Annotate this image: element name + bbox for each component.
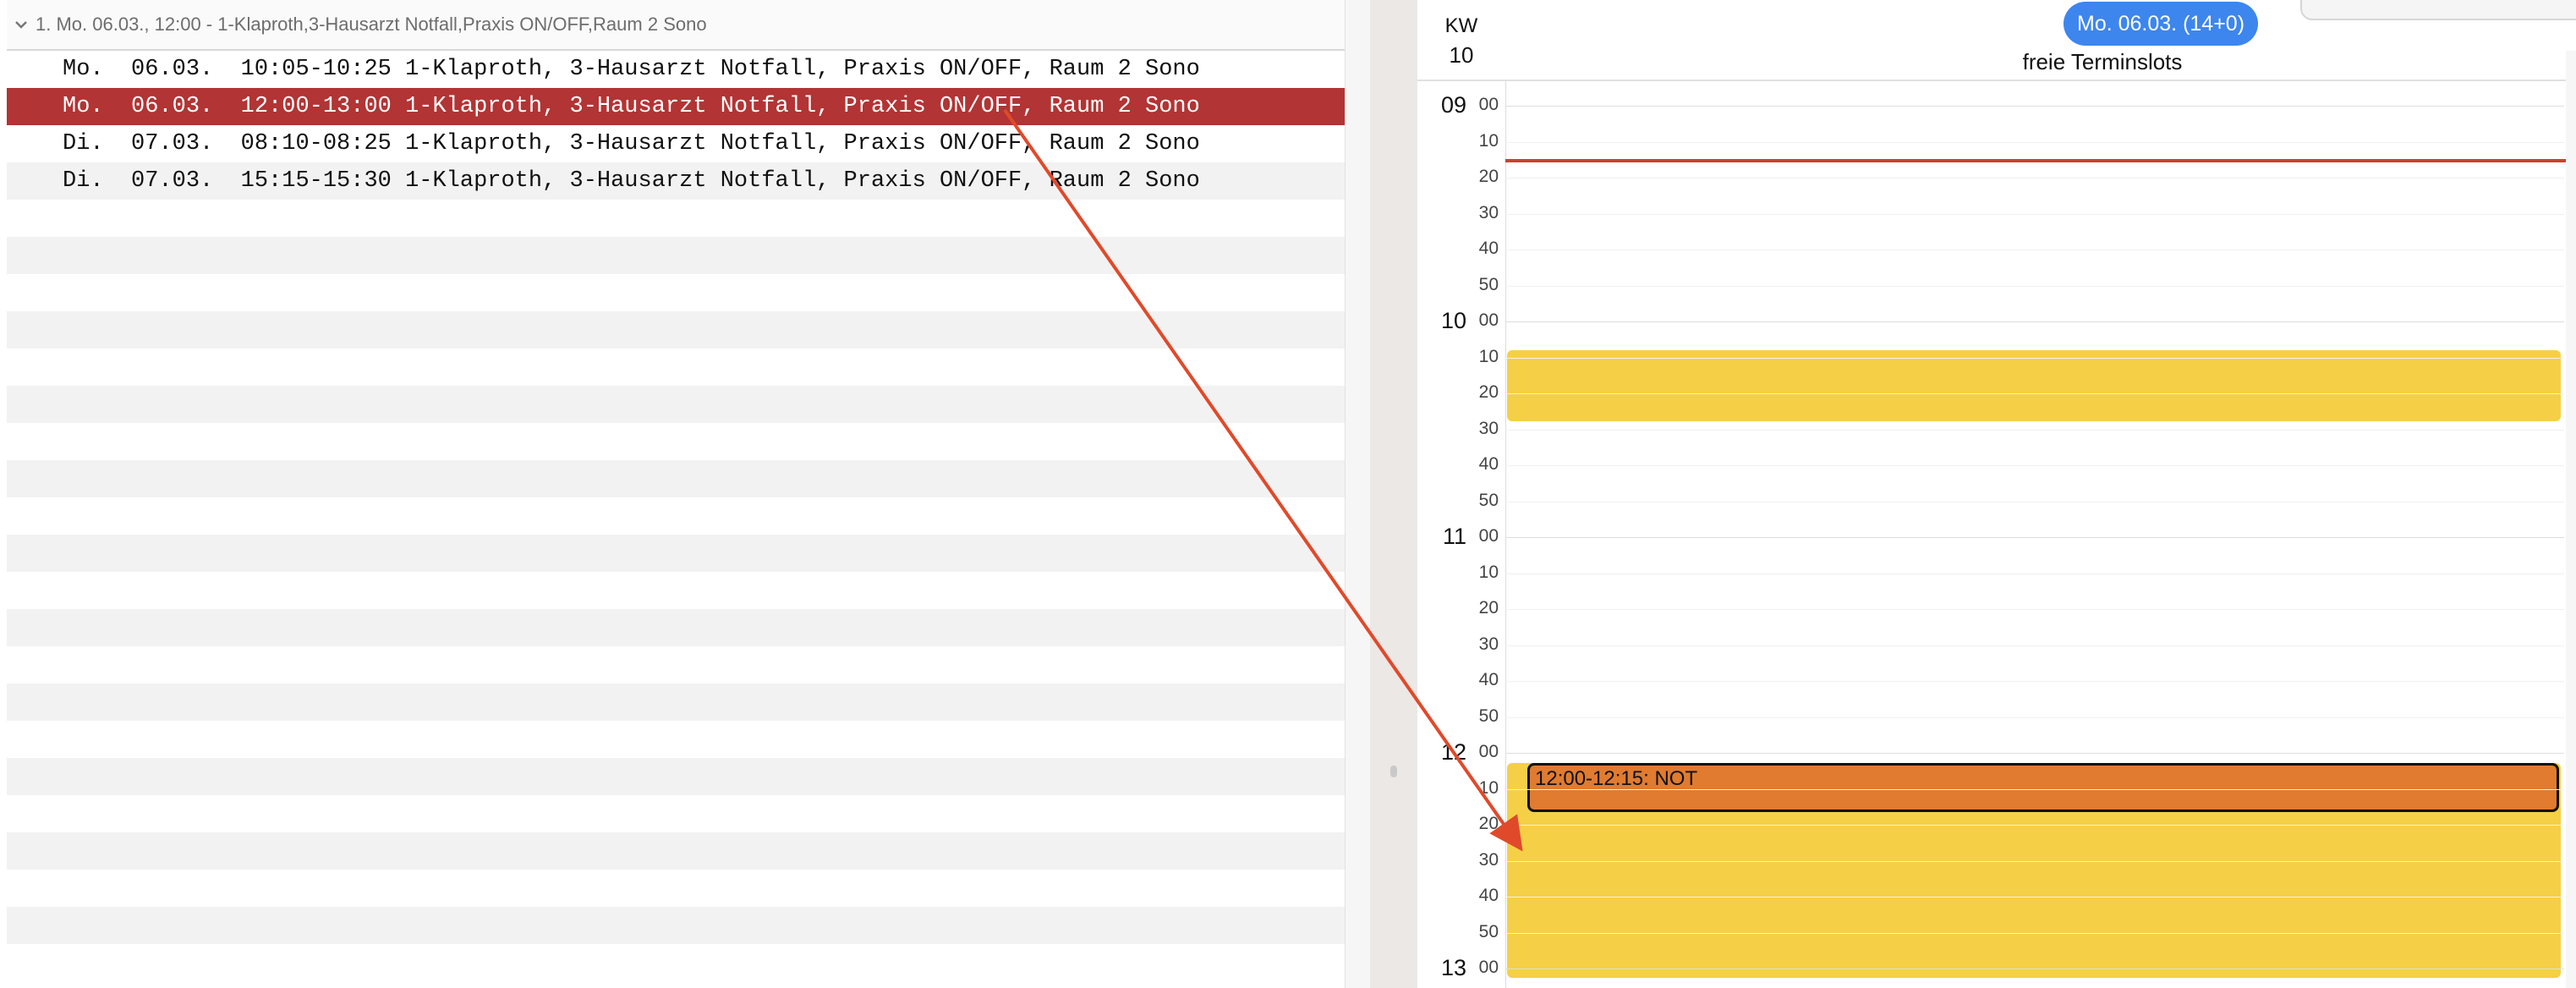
minute-label: 10: [1478, 777, 1499, 798]
appointment-list-pane: 1. Mo. 06.03., 12:00 - 1-Klaproth,3-Haus…: [0, 0, 1370, 988]
pane-divider[interactable]: [1370, 0, 1417, 988]
minute-label: 00: [1478, 958, 1499, 977]
minute-label: 30: [1478, 418, 1499, 438]
minute-label: 10: [1478, 346, 1499, 366]
column-title: freie Terminslots: [2022, 49, 2183, 74]
empty-row: [7, 497, 1345, 535]
gridline: [1505, 609, 2564, 610]
minute-label: 40: [1478, 886, 1499, 905]
minute-label: 20: [1478, 814, 1499, 833]
empty-row: [7, 721, 1345, 758]
gridline: [1505, 788, 2564, 790]
empty-row: [7, 349, 1345, 386]
empty-row: [7, 311, 1345, 349]
list-row[interactable]: Di. 07.03. 15:15-15:30 1-Klaproth, 3-Hau…: [7, 162, 1345, 200]
gridline: [1505, 681, 2564, 682]
empty-row: [7, 274, 1345, 311]
minute-label: 00: [1478, 742, 1499, 761]
minute-label: 00: [1478, 95, 1499, 114]
gridline: [1505, 716, 2564, 718]
empty-row: [7, 683, 1345, 721]
gridline: [1505, 285, 2564, 287]
kw-number: 10: [1449, 42, 1474, 68]
gridline: [1505, 357, 2564, 359]
minute-label: 10: [1478, 130, 1499, 151]
popover-edge: [2300, 0, 2576, 20]
empty-row: [7, 609, 1345, 646]
minute-label: 40: [1478, 670, 1499, 689]
empty-row: [7, 535, 1345, 572]
calendar-scrollbar[interactable]: [2566, 51, 2576, 988]
empty-row: [7, 870, 1345, 907]
list-row[interactable]: Mo. 06.03. 10:05-10:25 1-Klaproth, 3-Hau…: [7, 51, 1345, 88]
gridline: [1505, 106, 2564, 107]
gridline: [1505, 213, 2564, 215]
appointment-block[interactable]: 12:00-12:15: NOT: [1527, 763, 2559, 812]
empty-row: [7, 795, 1345, 832]
hour-label: 09: [1440, 92, 1466, 118]
minute-label: 10: [1478, 562, 1499, 582]
hour-label: 11: [1442, 524, 1466, 549]
minute-label: 30: [1478, 634, 1499, 654]
gridline: [1505, 753, 2564, 754]
left-scrollbar[interactable]: [1345, 0, 1370, 988]
gridline: [1505, 465, 2564, 466]
calendar-pane: KW 10 Mo. 06.03. (14+0) freie Terminslot…: [1417, 0, 2576, 988]
minute-label: 30: [1478, 202, 1499, 222]
hour-label: 13: [1440, 955, 1466, 980]
hour-label: 10: [1440, 308, 1466, 333]
minute-label: 50: [1478, 705, 1499, 726]
date-badge[interactable]: Mo. 06.03. (14+0): [2064, 2, 2259, 46]
minute-label: 20: [1478, 598, 1499, 618]
group-header-label: 1. Mo. 06.03., 12:00 - 1-Klaproth,3-Haus…: [36, 14, 707, 35]
minute-label: 00: [1478, 526, 1499, 546]
empty-row: [7, 386, 1345, 423]
gridline: [1505, 393, 2564, 394]
empty-row: [7, 758, 1345, 795]
empty-row: [7, 646, 1345, 683]
gridline: [1505, 141, 2564, 143]
gridline: [1505, 932, 2564, 934]
week-label: KW 10: [1417, 12, 1505, 69]
empty-row: [7, 200, 1345, 237]
list-row[interactable]: Di. 07.03. 08:10-08:25 1-Klaproth, 3-Hau…: [7, 125, 1345, 162]
minute-label: 20: [1478, 167, 1499, 186]
hour-label: 12: [1440, 739, 1466, 765]
kw-label: KW: [1444, 14, 1478, 37]
time-axis: 00 09 10 20 30 40 50 00 10 10 20 30 40 50 00 11 10 20 30 40…: [1417, 81, 1506, 988]
gridline: [1505, 537, 2564, 538]
minute-label: 50: [1478, 274, 1499, 294]
empty-row: [7, 572, 1345, 609]
gridline: [1505, 429, 2564, 431]
minute-label: 50: [1478, 490, 1499, 510]
minute-label: 30: [1478, 849, 1499, 870]
minute-label: 40: [1478, 239, 1499, 258]
minute-label: 50: [1478, 921, 1499, 941]
empty-row: [7, 237, 1345, 274]
minute-label: 20: [1478, 382, 1499, 402]
gridline: [1505, 825, 2564, 826]
appointment-rows: Mo. 06.03. 10:05-10:25 1-Klaproth, 3-Hau…: [7, 51, 1345, 981]
gridline: [1505, 860, 2564, 862]
free-slot[interactable]: [1507, 350, 2561, 421]
chevron-down-icon[interactable]: [12, 15, 30, 34]
minute-label: 00: [1478, 310, 1499, 330]
gridline: [1505, 321, 2564, 322]
minute-label: 40: [1478, 454, 1499, 474]
group-header[interactable]: 1. Mo. 06.03., 12:00 - 1-Klaproth,3-Haus…: [7, 0, 1345, 51]
empty-row: [7, 907, 1345, 944]
list-row[interactable]: Mo. 06.03. 12:00-13:00 1-Klaproth, 3-Hau…: [7, 88, 1345, 125]
empty-row: [7, 460, 1345, 497]
current-time-line: [1505, 159, 2576, 162]
empty-row: [7, 944, 1345, 981]
header-divider: [1417, 80, 2576, 81]
gridline: [1505, 645, 2564, 646]
empty-row: [7, 832, 1345, 870]
empty-row: [7, 423, 1345, 460]
splitter-handle[interactable]: [1390, 766, 1397, 777]
